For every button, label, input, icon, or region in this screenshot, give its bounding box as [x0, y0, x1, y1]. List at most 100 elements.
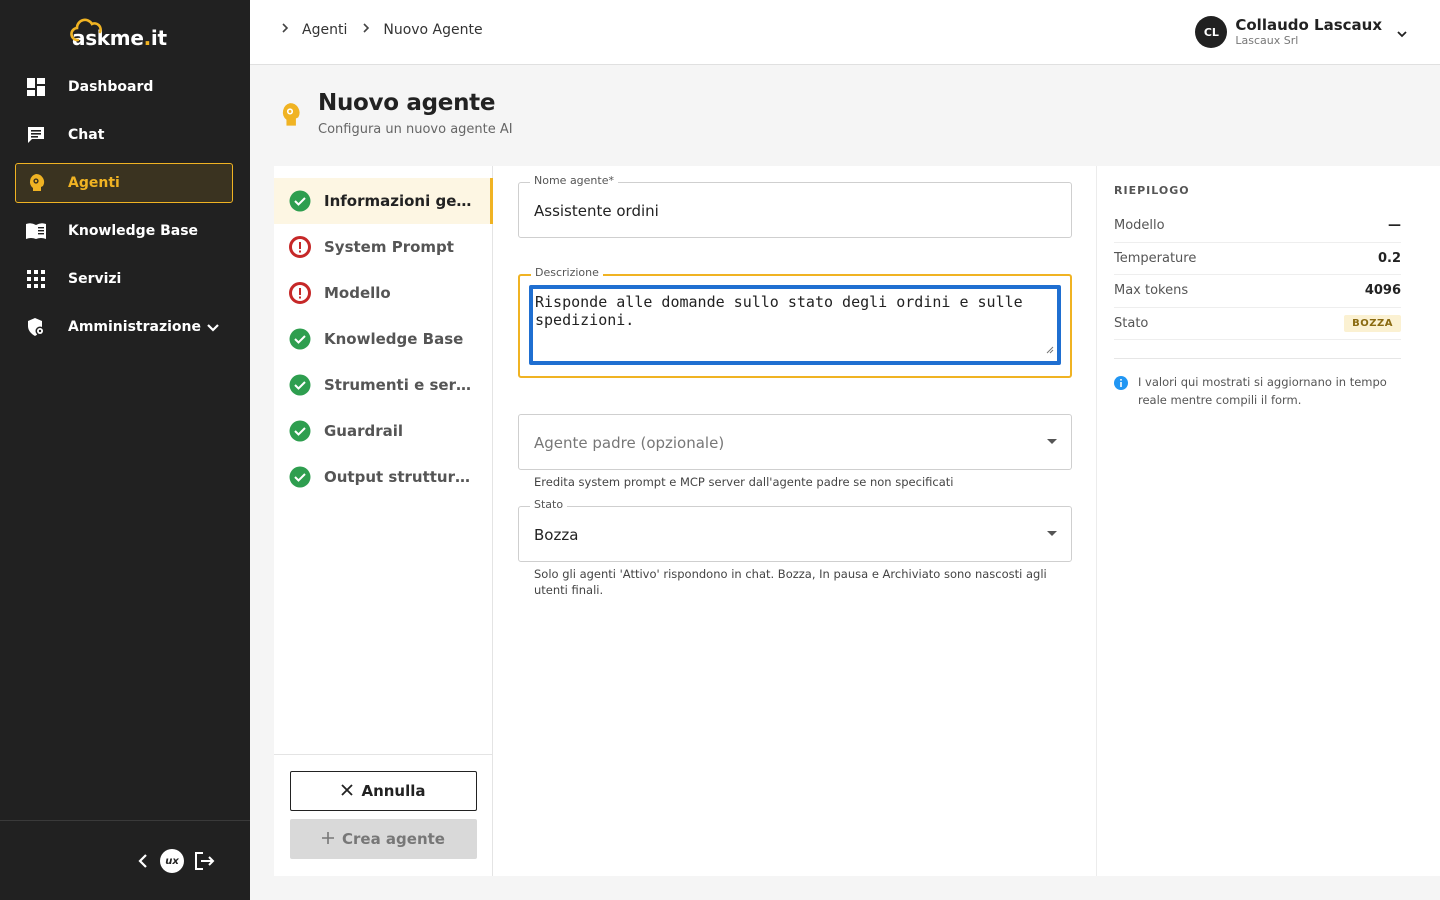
- summary-info-text: I valori qui mostrati si aggiornano in t…: [1138, 375, 1387, 407]
- check-circle-icon: [289, 190, 311, 212]
- agent-name-value[interactable]: Assistente ordini: [534, 202, 659, 220]
- sidebar-item-dashboard[interactable]: Dashboard: [15, 67, 233, 107]
- step-informazioni-generali[interactable]: Informazioni generali: [274, 178, 493, 224]
- sidebar-item-label: Dashboard: [68, 79, 154, 95]
- step-label: Output strutturato: [324, 468, 474, 486]
- dashboard-icon: [24, 75, 48, 99]
- create-agent-button[interactable]: Crea agente: [290, 819, 477, 859]
- chevron-down-icon[interactable]: [206, 318, 220, 337]
- step-guardrail[interactable]: Guardrail: [274, 408, 493, 454]
- dropdown-arrow-icon: [1047, 439, 1057, 444]
- step-label: Modello: [324, 284, 391, 302]
- step-output-strutturato[interactable]: Output strutturato: [274, 454, 493, 500]
- book-icon: [24, 219, 48, 243]
- step-label: System Prompt: [324, 238, 454, 256]
- resize-handle-icon[interactable]: [1046, 340, 1054, 358]
- description-textarea[interactable]: Risponde alle domande sullo stato degli …: [529, 285, 1061, 365]
- summary-key: Modello: [1114, 218, 1165, 234]
- page-title: Nuovo agente: [318, 90, 496, 116]
- agent-name-field[interactable]: Nome agente* Assistente ordini: [518, 174, 1072, 238]
- sidebar-item-label: Chat: [68, 127, 105, 143]
- check-circle-icon: [289, 420, 311, 442]
- user-menu[interactable]: CL Collaudo Lascaux Lascaux Srl: [1195, 16, 1408, 48]
- parent-agent-help: Eredita system prompt e MCP server dall'…: [534, 475, 954, 489]
- ux-logo-icon[interactable]: ux: [160, 849, 184, 873]
- state-select[interactable]: Stato Bozza: [518, 498, 1072, 562]
- plus-icon: [322, 830, 334, 848]
- sidebar-item-label: Agenti: [68, 175, 120, 191]
- step-knowledge-base[interactable]: Knowledge Base: [274, 316, 493, 362]
- step-label: Informazioni generali: [324, 192, 474, 210]
- check-circle-icon: [289, 374, 311, 396]
- top-bar: Agenti Nuovo Agente CL Collaudo Lascaux …: [250, 0, 1440, 65]
- summary-row-stato: Stato BOZZA: [1114, 308, 1401, 340]
- breadcrumb: Agenti Nuovo Agente: [280, 22, 497, 38]
- main-nav: Dashboard Chat Agenti Knowledge Base Ser…: [15, 67, 233, 355]
- collapse-sidebar-icon[interactable]: [136, 853, 150, 869]
- description-label: Descrizione: [531, 266, 603, 279]
- sidebar-item-servizi[interactable]: Servizi: [15, 259, 233, 299]
- sidebar-item-knowledge-base[interactable]: Knowledge Base: [15, 211, 233, 251]
- step-label: Guardrail: [324, 422, 404, 440]
- stepper: Informazioni generali System Prompt Mode…: [274, 166, 493, 876]
- chat-icon: [24, 123, 48, 147]
- step-strumenti-e-servizi[interactable]: Strumenti e servizi: [274, 362, 493, 408]
- step-label: Strumenti e servizi: [324, 376, 474, 394]
- sidebar-item-chat[interactable]: Chat: [15, 115, 233, 155]
- sidebar-item-label: Amministrazione: [68, 319, 201, 335]
- breadcrumb-item-current: Nuovo Agente: [383, 22, 483, 38]
- user-name: Collaudo Lascaux: [1235, 16, 1382, 34]
- sidebar: askme.it Dashboard Chat Agenti Knowledge…: [0, 0, 250, 900]
- sidebar-item-agenti[interactable]: Agenti: [15, 163, 233, 203]
- parent-agent-placeholder: Agente padre (opzionale): [534, 434, 725, 452]
- logout-icon[interactable]: [194, 851, 216, 871]
- state-help: Solo gli agenti 'Attivo' rispondono in c…: [534, 567, 1047, 597]
- app-logo[interactable]: askme.it: [70, 18, 167, 50]
- chevron-down-icon[interactable]: [1396, 23, 1408, 42]
- sidebar-item-amministrazione[interactable]: Amministrazione: [15, 307, 233, 347]
- step-label: Knowledge Base: [324, 330, 464, 348]
- cloud-logo-icon: [70, 18, 102, 42]
- summary-panel: RIEPILOGO Modello — Temperature 0.2 Max …: [1096, 166, 1440, 876]
- summary-value: 4096: [1364, 283, 1401, 299]
- dropdown-arrow-icon: [1047, 531, 1057, 536]
- summary-key: Stato: [1114, 315, 1149, 331]
- grid-icon: [24, 267, 48, 291]
- chevron-right-icon: [280, 22, 290, 38]
- step-system-prompt[interactable]: System Prompt: [274, 224, 493, 270]
- parent-agent-select[interactable]: Agente padre (opzionale): [518, 414, 1072, 470]
- step-modello[interactable]: Modello: [274, 270, 493, 316]
- create-agent-button-label: Crea agente: [342, 830, 445, 848]
- stepper-actions: Annulla Crea agente: [274, 754, 493, 876]
- info-icon: [1114, 375, 1128, 409]
- agent-icon: [24, 171, 48, 195]
- summary-info: I valori qui mostrati si aggiornano in t…: [1114, 358, 1401, 409]
- avatar: CL: [1195, 16, 1228, 48]
- admin-shield-icon: [24, 315, 48, 339]
- summary-value: —: [1388, 218, 1401, 234]
- close-icon: [341, 782, 354, 800]
- summary-value: 0.2: [1377, 250, 1401, 266]
- summary-row-modello: Modello —: [1114, 210, 1401, 243]
- agent-name-label: Nome agente*: [530, 174, 618, 187]
- sidebar-item-label: Knowledge Base: [68, 223, 199, 239]
- description-field[interactable]: Descrizione Risponde alle domande sullo …: [518, 266, 1072, 378]
- cancel-button[interactable]: Annulla: [290, 771, 477, 811]
- status-badge: BOZZA: [1344, 314, 1401, 332]
- agent-icon: [278, 102, 302, 132]
- error-circle-icon: [289, 282, 311, 304]
- breadcrumb-item-agenti[interactable]: Agenti: [302, 22, 347, 38]
- description-value: Risponde alle domande sullo stato degli …: [535, 293, 1023, 329]
- check-circle-icon: [289, 328, 311, 350]
- summary-row-temperature: Temperature 0.2: [1114, 243, 1401, 275]
- sidebar-footer: ux: [0, 820, 250, 900]
- cancel-button-label: Annulla: [361, 782, 426, 800]
- error-circle-icon: [289, 236, 311, 258]
- state-value: Bozza: [534, 526, 579, 544]
- agent-form-card: Informazioni generali System Prompt Mode…: [274, 166, 1440, 876]
- sidebar-item-label: Servizi: [68, 271, 122, 287]
- check-circle-icon: [289, 466, 311, 488]
- chevron-right-icon: [361, 22, 371, 38]
- summary-title: RIEPILOGO: [1114, 184, 1190, 197]
- page-subtitle: Configura un nuovo agente AI: [318, 122, 513, 137]
